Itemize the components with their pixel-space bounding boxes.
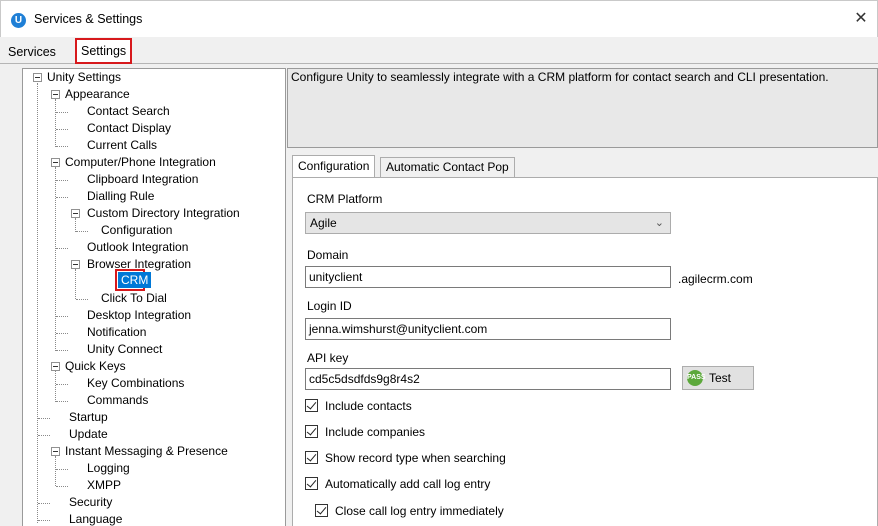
checkbox-checked-icon [305, 451, 318, 464]
tree-item-contact-display[interactable]: Contact Display [87, 120, 171, 137]
tree-item-clipboard[interactable]: Clipboard Integration [87, 171, 198, 188]
tree-branch-line [56, 469, 68, 470]
tree-item-dialling-rule[interactable]: Dialling Rule [87, 188, 154, 205]
tree-guide-line [55, 99, 56, 147]
tree-item-outlook[interactable]: Outlook Integration [87, 239, 188, 256]
tree-item-unity-connect[interactable]: Unity Connect [87, 341, 162, 358]
tree-item-quick-keys[interactable]: Quick Keys [65, 358, 126, 375]
tree-item-startup[interactable]: Startup [69, 409, 108, 426]
tree-branch-line [38, 435, 50, 436]
tree-branch-line [56, 333, 68, 334]
collapse-icon[interactable] [51, 447, 60, 456]
tree-item-notification[interactable]: Notification [87, 324, 146, 341]
sub-tab-strip: Configuration Automatic Contact Pop [292, 155, 878, 178]
tree-branch-line [56, 316, 68, 317]
show-record-type-label: Show record type when searching [325, 451, 506, 465]
domain-input[interactable]: unityclient [305, 266, 671, 288]
crm-platform-label: CRM Platform [307, 192, 383, 206]
checkbox-checked-icon [305, 477, 318, 490]
tree-item-current-calls[interactable]: Current Calls [87, 137, 157, 154]
tree-item-key-combinations[interactable]: Key Combinations [87, 375, 184, 392]
crm-platform-value: Agile [310, 216, 337, 230]
tree-branch-line [56, 129, 68, 130]
pass-icon: PASS [687, 370, 706, 386]
tree-item-appearance[interactable]: Appearance [65, 86, 130, 103]
tree-branch-line [56, 248, 68, 249]
tree-guide-line [55, 167, 56, 351]
window-title: Services & Settings [34, 12, 143, 26]
domain-label: Domain [307, 248, 349, 262]
tree-guide-line [75, 218, 76, 232]
tree-branch-line [38, 418, 50, 419]
top-tab-strip: Services Settings [0, 37, 878, 64]
tree-item-contact-search[interactable]: Contact Search [87, 103, 170, 120]
tree-item-im-presence[interactable]: Instant Messaging & Presence [65, 443, 228, 460]
crm-platform-select[interactable]: Agile ⌄ [305, 212, 671, 234]
tree-branch-line [38, 503, 50, 504]
test-button-label: Test [709, 371, 732, 385]
tree-branch-line [56, 350, 68, 351]
tree-branch-line [56, 384, 68, 385]
tree-item-security[interactable]: Security [69, 494, 112, 511]
tab-configuration[interactable]: Configuration [292, 155, 376, 178]
login-id-input[interactable]: jenna.wimshurst@unityclient.com [305, 318, 671, 340]
tree-item-custom-directory[interactable]: Custom Directory Integration [87, 205, 240, 222]
tree-item-crm[interactable]: CRM [118, 272, 152, 288]
tree-item-cti[interactable]: Computer/Phone Integration [65, 154, 216, 171]
tree-guide-line [55, 371, 56, 402]
unity-app-icon: U [11, 13, 26, 28]
tree-branch-line [56, 180, 68, 181]
tree-item-update[interactable]: Update [69, 426, 108, 443]
api-key-label: API key [307, 351, 349, 365]
settings-tree: Unity Settings Appearance Contact Search… [22, 68, 286, 526]
tree-branch-line [76, 299, 88, 300]
tab-settings[interactable]: Settings [75, 38, 133, 64]
collapse-icon[interactable] [71, 260, 80, 269]
auto-add-call-log-label: Automatically add call log entry [325, 477, 491, 491]
title-bar: U Services & Settings ✕ [0, 0, 878, 37]
tree-guide-line [75, 269, 76, 299]
tree-branch-line [56, 146, 68, 147]
collapse-icon[interactable] [71, 209, 80, 218]
tree-branch-line [56, 486, 68, 487]
tree-item-commands[interactable]: Commands [87, 392, 148, 409]
tree-branch-line [56, 197, 68, 198]
tree-branch-line [38, 520, 50, 521]
close-icon[interactable]: ✕ [851, 9, 871, 29]
collapse-icon[interactable] [33, 73, 42, 82]
include-contacts-label: Include contacts [325, 399, 412, 413]
tree-branch-line [76, 231, 88, 232]
domain-suffix: .agilecrm.com [678, 272, 753, 286]
include-companies-label: Include companies [325, 425, 426, 439]
tab-services[interactable]: Services [4, 43, 60, 63]
tree-branch-line [56, 112, 68, 113]
collapse-icon[interactable] [51, 362, 60, 371]
chevron-down-icon: ⌄ [654, 217, 664, 229]
collapse-icon[interactable] [51, 90, 60, 99]
tree-guide-line [37, 83, 38, 523]
checkbox-checked-icon [305, 399, 318, 412]
tree-item-click-to-dial[interactable]: Click To Dial [101, 290, 167, 307]
api-key-input[interactable]: cd5c5dsdfds9g8r4s2 [305, 368, 671, 390]
tree-guide-line [55, 456, 56, 486]
checkbox-checked-icon [305, 425, 318, 438]
description-text: Configure Unity to seamlessly integrate … [291, 70, 829, 84]
description-panel: Configure Unity to seamlessly integrate … [287, 68, 878, 148]
tree-item-desktop[interactable]: Desktop Integration [87, 307, 191, 324]
tab-automatic-contact-pop[interactable]: Automatic Contact Pop [380, 157, 515, 177]
collapse-icon[interactable] [51, 158, 60, 167]
close-call-log-label: Close call log entry immediately [335, 504, 504, 518]
test-button[interactable]: PASS Test [682, 366, 754, 390]
tree-item-language[interactable]: Language [69, 511, 122, 526]
tree-branch-line [56, 401, 68, 402]
login-id-label: Login ID [307, 299, 352, 313]
tree-item-xmpp[interactable]: XMPP [87, 477, 121, 494]
checkbox-checked-icon [315, 504, 328, 517]
tree-item-logging[interactable]: Logging [87, 460, 130, 477]
tree-item-unity-settings[interactable]: Unity Settings [47, 69, 121, 86]
tree-item-configuration[interactable]: Configuration [101, 222, 172, 239]
